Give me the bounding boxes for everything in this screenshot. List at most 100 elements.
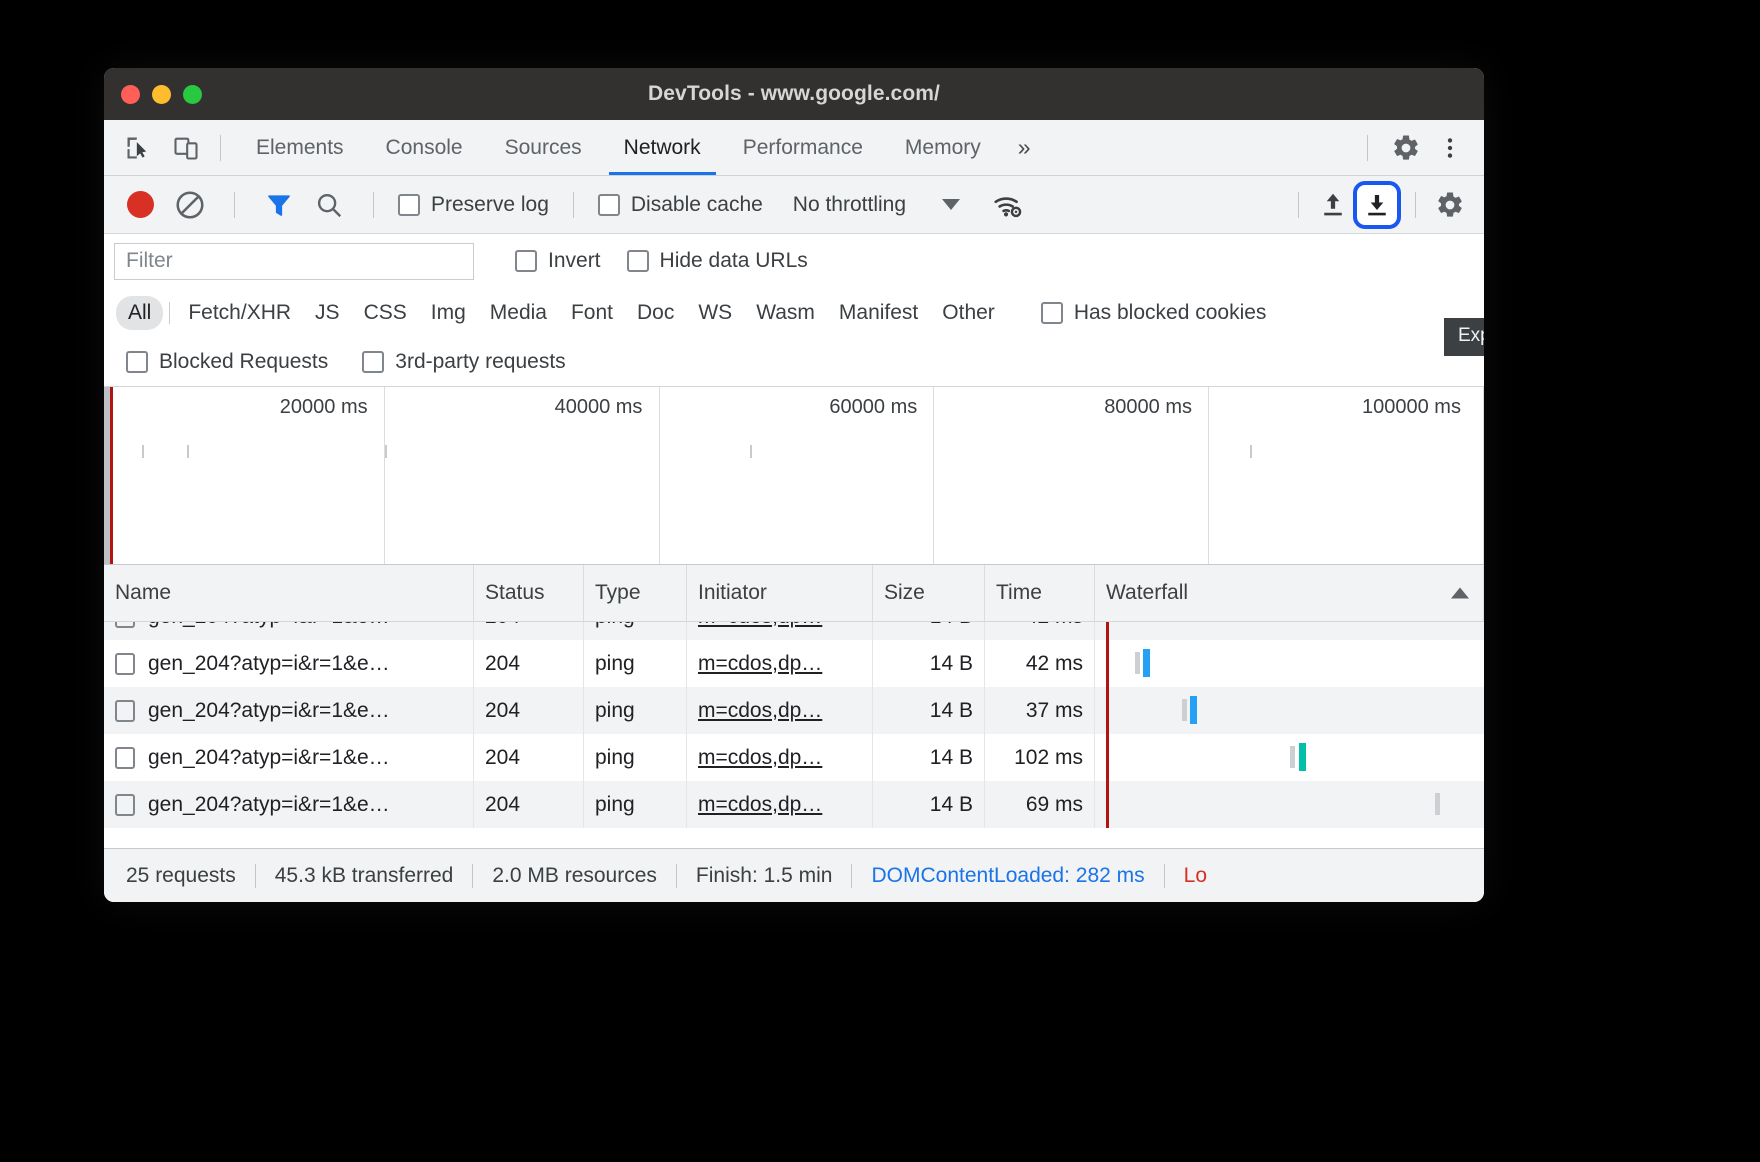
third-party-requests-checkbox[interactable]: 3rd-party requests <box>362 350 566 374</box>
row-checkbox[interactable] <box>115 793 135 816</box>
invert-label: Invert <box>548 249 601 272</box>
row-size-cell: 14 B <box>873 622 985 640</box>
table-row[interactable]: gen_204?atyp=i&r=1&e… 204 ping m=cdos,dp… <box>104 734 1484 781</box>
column-header-status[interactable]: Status <box>474 565 584 621</box>
row-initiator-cell[interactable]: m=cdos,dp… <box>687 734 873 781</box>
table-row[interactable]: gen_204?atyp=i&r=1&e… 204 ping m=cdos,dp… <box>104 781 1484 828</box>
throttling-select[interactable]: No throttling <box>793 193 961 217</box>
row-waterfall-cell <box>1095 687 1484 734</box>
type-filter-ws[interactable]: WS <box>686 296 744 330</box>
preserve-log-checkbox[interactable]: Preserve log <box>398 193 549 217</box>
type-filter-css[interactable]: CSS <box>352 296 419 330</box>
column-header-time[interactable]: Time <box>985 565 1095 621</box>
disable-cache-checkbox[interactable]: Disable cache <box>597 192 763 217</box>
more-options-icon[interactable] <box>1430 128 1470 168</box>
type-filter-wasm[interactable]: Wasm <box>744 296 827 330</box>
blocked-requests-checkbox[interactable]: Blocked Requests <box>126 350 328 374</box>
row-size-cell: 14 B <box>873 734 985 781</box>
type-filter-doc[interactable]: Doc <box>625 296 686 330</box>
preserve-log-box <box>398 193 420 216</box>
row-initiator-cell[interactable]: m=cdos,dp… <box>687 622 873 640</box>
clear-button[interactable] <box>170 185 210 225</box>
filter-icon[interactable] <box>259 185 299 225</box>
status-requests: 25 requests <box>126 863 236 887</box>
tabstrip-left-icons <box>104 128 206 168</box>
row-initiator-cell[interactable]: m=cdos,dp… <box>687 781 873 828</box>
import-har-button[interactable] <box>1313 185 1353 225</box>
wifi-settings-icon[interactable] <box>988 185 1028 225</box>
tab-network[interactable]: Network <box>603 120 722 175</box>
type-filter-media[interactable]: Media <box>478 296 559 330</box>
third-party-requests-label: 3rd-party requests <box>395 350 566 373</box>
network-overview-timeline[interactable]: 20000 ms 40000 ms 60000 ms 80000 ms 1000… <box>104 386 1484 564</box>
table-row[interactable]: gen_204?atyp=i&r=1&e… 204 ping m=cdos,dp… <box>104 640 1484 687</box>
tab-performance[interactable]: Performance <box>722 120 884 175</box>
has-blocked-cookies-label: Has blocked cookies <box>1073 301 1267 324</box>
type-filter-other[interactable]: Other <box>930 296 1007 330</box>
column-header-name[interactable]: Name <box>104 565 474 621</box>
disable-cache-label: Disable cache <box>630 192 763 216</box>
row-name-cell: gen_204?atyp=i&r=1&e… <box>104 734 474 781</box>
row-initiator-link[interactable]: m=cdos,dp… <box>698 652 822 676</box>
blocked-filter-row: Blocked Requests 3rd-party requests <box>104 338 1484 386</box>
inspect-element-icon[interactable] <box>118 128 158 168</box>
overview-tick-label-3: 60000 ms <box>829 396 918 418</box>
tab-elements[interactable]: Elements <box>235 120 365 175</box>
row-initiator-link[interactable]: m=cdos,dp… <box>698 699 822 723</box>
has-blocked-cookies-checkbox[interactable]: Has blocked cookies <box>1040 301 1267 325</box>
tab-console[interactable]: Console <box>365 120 484 175</box>
settings-gear-icon[interactable] <box>1386 128 1426 168</box>
column-header-size[interactable]: Size <box>873 565 985 621</box>
row-checkbox[interactable] <box>115 652 135 675</box>
search-icon[interactable] <box>309 185 349 225</box>
overview-request-tick <box>186 445 189 458</box>
column-header-type[interactable]: Type <box>584 565 687 621</box>
type-filter-js[interactable]: JS <box>303 296 352 330</box>
hide-data-urls-label: Hide data URLs <box>659 249 808 272</box>
row-type-cell: ping <box>584 640 687 687</box>
status-divider <box>254 863 256 888</box>
type-filter-manifest[interactable]: Manifest <box>827 296 930 330</box>
row-name-label: gen_204?atyp=i&r=1&e… <box>148 792 390 816</box>
row-initiator-link[interactable]: m=cdos,dp… <box>698 793 822 817</box>
column-header-initiator[interactable]: Initiator <box>687 565 873 621</box>
type-filter-font[interactable]: Font <box>559 296 625 330</box>
network-toolbar-divider-2 <box>373 191 374 218</box>
row-checkbox[interactable] <box>115 622 135 628</box>
column-header-waterfall[interactable]: Waterfall <box>1095 565 1484 621</box>
table-row[interactable]: gen_204?atyp=i&r=1&e… 204 ping m=cdos,dp… <box>104 687 1484 734</box>
network-settings-gear-icon[interactable] <box>1430 185 1470 225</box>
row-time-cell: 42 ms <box>985 640 1095 687</box>
more-tabs-icon[interactable]: » <box>1002 120 1047 175</box>
row-type-cell: ping <box>584 622 687 640</box>
overview-body[interactable]: 20000 ms 40000 ms 60000 ms 80000 ms 1000… <box>110 387 1484 564</box>
status-load: Lo <box>1183 863 1207 887</box>
row-initiator-link[interactable]: m=cdos,dp… <box>698 746 822 770</box>
invert-checkbox[interactable]: Invert <box>515 249 601 273</box>
overview-request-tick <box>141 445 144 458</box>
row-initiator-cell[interactable]: m=cdos,dp… <box>687 640 873 687</box>
hide-data-urls-checkbox[interactable]: Hide data URLs <box>626 249 808 273</box>
row-initiator-cell[interactable]: m=cdos,dp… <box>687 687 873 734</box>
export-har-button[interactable] <box>1353 180 1401 229</box>
tab-memory[interactable]: Memory <box>884 120 1002 175</box>
type-filter-img[interactable]: Img <box>419 296 478 330</box>
waterfall-dcl-line <box>1106 687 1109 734</box>
overview-request-tick <box>1250 445 1253 458</box>
record-button[interactable] <box>120 185 160 225</box>
request-table-body: gen_204?atyp=i&r=1&e… 204 ping m=cdos,dp… <box>104 622 1484 828</box>
row-checkbox[interactable] <box>115 746 135 769</box>
type-filter-all[interactable]: All <box>116 296 164 330</box>
download-arrow-icon <box>1368 194 1386 215</box>
waterfall-download-bar <box>1143 649 1150 677</box>
row-name-label: gen_204?atyp=i&r=1&e… <box>148 698 390 722</box>
devtools-tabstrip: Elements Console Sources Network Perform… <box>104 120 1484 176</box>
row-initiator-link[interactable]: m=cdos,dp… <box>698 622 822 629</box>
device-toolbar-icon[interactable] <box>166 128 206 168</box>
type-filter-fetch-xhr[interactable]: Fetch/XHR <box>176 296 303 330</box>
table-row-partial[interactable]: gen_204?atyp=i&r=1&e… 204 ping m=cdos,dp… <box>104 622 1484 640</box>
tab-list: Elements Console Sources Network Perform… <box>235 120 1047 175</box>
filter-input[interactable]: Filter <box>114 242 474 280</box>
tab-sources[interactable]: Sources <box>484 120 603 175</box>
row-checkbox[interactable] <box>115 699 135 722</box>
